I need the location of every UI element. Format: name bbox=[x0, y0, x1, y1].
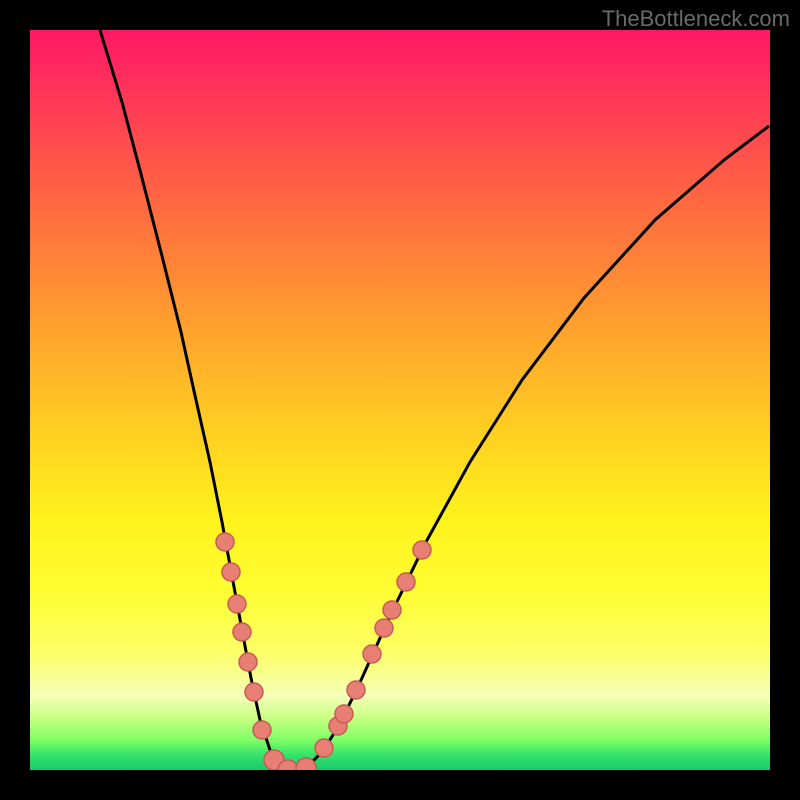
scatter-dot bbox=[383, 601, 401, 619]
scatter-dot bbox=[222, 563, 240, 581]
chart-outer-frame: TheBottleneck.com bbox=[0, 0, 800, 800]
bottleneck-curve-svg bbox=[30, 30, 770, 770]
scatter-dot bbox=[233, 623, 251, 641]
scatter-dot bbox=[216, 533, 234, 551]
scatter-dot bbox=[239, 653, 257, 671]
watermark-text: TheBottleneck.com bbox=[602, 6, 790, 32]
scatter-dot bbox=[228, 595, 246, 613]
scatter-dot bbox=[397, 573, 415, 591]
curve-left-branch bbox=[100, 30, 292, 770]
chart-plot-area bbox=[30, 30, 770, 770]
scatter-dot bbox=[335, 705, 353, 723]
scatter-dots bbox=[216, 533, 431, 770]
scatter-dot bbox=[363, 645, 381, 663]
scatter-dot bbox=[253, 721, 271, 739]
scatter-dot bbox=[245, 683, 263, 701]
scatter-dot bbox=[413, 541, 431, 559]
scatter-dot bbox=[375, 619, 393, 637]
curve-right-branch bbox=[292, 126, 769, 770]
scatter-dot bbox=[347, 681, 365, 699]
scatter-dot bbox=[315, 739, 333, 757]
